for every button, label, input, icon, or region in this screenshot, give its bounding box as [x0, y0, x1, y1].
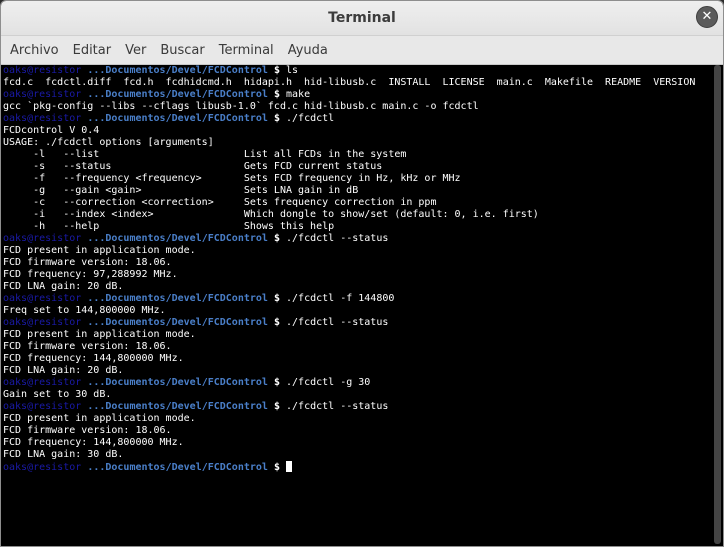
command-text: ./fcdctl — [286, 113, 335, 124]
prompt-line: oaks@resistor ...Documentos/Devel/FCDCon… — [3, 89, 712, 101]
prompt-symbol: $ — [273, 89, 287, 100]
prompt-path: ...Documentos/Devel/FCDControl — [87, 462, 268, 473]
prompt-user-host: oaks@resistor — [3, 462, 82, 473]
terminal-output[interactable]: oaks@resistor ...Documentos/Devel/FCDCon… — [1, 65, 712, 546]
prompt-line: oaks@resistor ...Documentos/Devel/FCDCon… — [3, 65, 712, 77]
output-line: FCD frequency: 97,288992 MHz. — [3, 269, 178, 280]
prompt-path: ...Documentos/Devel/FCDControl — [87, 401, 268, 412]
prompt-symbol: $ — [273, 317, 287, 328]
output-line: Gain set to 30 dB. — [3, 389, 112, 400]
prompt-user-host: oaks@resistor — [3, 293, 82, 304]
menu-editar[interactable]: Editar — [66, 43, 119, 58]
menu-ver[interactable]: Ver — [118, 43, 153, 58]
prompt-path: ...Documentos/Devel/FCDControl — [87, 293, 268, 304]
command-text: ./fcdctl -g 30 — [286, 377, 371, 388]
output-line: FCD LNA gain: 20 dB. — [3, 281, 124, 292]
title-bar[interactable]: Terminal ✕ — [1, 1, 723, 36]
output-line: -i --index <index> Which dongle to show/… — [3, 209, 539, 220]
prompt-path: ...Documentos/Devel/FCDControl — [87, 233, 268, 244]
prompt-user-host: oaks@resistor — [3, 317, 82, 328]
output-line: -f --frequency <frequency> Sets FCD freq… — [3, 173, 461, 184]
output-line: FCD frequency: 144,800000 MHz. — [3, 353, 184, 364]
output-line: USAGE: ./fcdctl options [arguments] — [3, 137, 214, 148]
output-line: FCD firmware version: 18.06. — [3, 425, 172, 436]
window-title: Terminal — [328, 10, 396, 26]
prompt-path: ...Documentos/Devel/FCDControl — [87, 377, 268, 388]
command-text: ./fcdctl --status — [286, 233, 389, 244]
vertical-scrollbar[interactable] — [712, 65, 723, 546]
prompt-path: ...Documentos/Devel/FCDControl — [87, 113, 268, 124]
output-line: FCD frequency: 144,800000 MHz. — [3, 437, 184, 448]
prompt-line: oaks@resistor ...Documentos/Devel/FCDCon… — [3, 233, 712, 245]
prompt-line: oaks@resistor ...Documentos/Devel/FCDCon… — [3, 113, 712, 125]
output-line: FCD LNA gain: 30 dB. — [3, 449, 124, 460]
menu-terminal[interactable]: Terminal — [212, 43, 281, 58]
output-line: FCD present in application mode. — [3, 329, 196, 340]
output-line: Freq set to 144,800000 MHz. — [3, 305, 166, 316]
output-line: fcd.c fcdctl.diff fcd.h fcdhidcmd.h hida… — [3, 77, 696, 88]
command-text: ./fcdctl --status — [286, 401, 389, 412]
command-text: ./fcdctl -f 144800 — [286, 293, 395, 304]
prompt-line: oaks@resistor ...Documentos/Devel/FCDCon… — [3, 377, 712, 389]
scrollbar-thumb[interactable] — [714, 65, 721, 544]
prompt-user-host: oaks@resistor — [3, 233, 82, 244]
output-line: FCD LNA gain: 20 dB. — [3, 365, 124, 376]
prompt-path: ...Documentos/Devel/FCDControl — [87, 65, 268, 76]
prompt-line: oaks@resistor ...Documentos/Devel/FCDCon… — [3, 461, 712, 473]
output-line: FCD present in application mode. — [3, 245, 196, 256]
output-line: gcc `pkg-config --libs --cflags libusb-1… — [3, 101, 479, 112]
output-line: -h --help Shows this help — [3, 221, 335, 232]
menu-bar: Archivo Editar Ver Buscar Terminal Ayuda — [1, 36, 723, 65]
close-button[interactable]: ✕ — [696, 6, 718, 28]
prompt-line: oaks@resistor ...Documentos/Devel/FCDCon… — [3, 293, 712, 305]
prompt-symbol: $ — [273, 401, 287, 412]
text-cursor — [286, 461, 293, 472]
prompt-symbol: $ — [273, 462, 287, 473]
prompt-symbol: $ — [273, 65, 287, 76]
terminal-window: Terminal ✕ Archivo Editar Ver Buscar Ter… — [0, 0, 724, 547]
output-line: -c --correction <correction> Sets freque… — [3, 197, 437, 208]
prompt-user-host: oaks@resistor — [3, 113, 82, 124]
prompt-path: ...Documentos/Devel/FCDControl — [87, 89, 268, 100]
output-line: FCD firmware version: 18.06. — [3, 341, 172, 352]
prompt-user-host: oaks@resistor — [3, 65, 82, 76]
command-text: make — [286, 89, 311, 100]
output-line: FCDcontrol V 0.4 — [3, 125, 100, 136]
prompt-symbol: $ — [273, 113, 287, 124]
menu-buscar[interactable]: Buscar — [153, 43, 211, 58]
output-line: -l --list List all FCDs in the system — [3, 149, 407, 160]
prompt-line: oaks@resistor ...Documentos/Devel/FCDCon… — [3, 401, 712, 413]
prompt-symbol: $ — [273, 377, 287, 388]
prompt-symbol: $ — [273, 293, 287, 304]
prompt-user-host: oaks@resistor — [3, 89, 82, 100]
prompt-line: oaks@resistor ...Documentos/Devel/FCDCon… — [3, 317, 712, 329]
menu-ayuda[interactable]: Ayuda — [281, 43, 335, 58]
output-line: FCD firmware version: 18.06. — [3, 257, 172, 268]
output-line: -s --status Gets FCD current status — [3, 161, 383, 172]
command-text: ls — [286, 65, 299, 76]
prompt-user-host: oaks@resistor — [3, 401, 82, 412]
menu-archivo[interactable]: Archivo — [3, 43, 66, 58]
output-line: FCD present in application mode. — [3, 413, 196, 424]
prompt-user-host: oaks@resistor — [3, 377, 82, 388]
prompt-path: ...Documentos/Devel/FCDControl — [87, 317, 268, 328]
command-text: ./fcdctl --status — [286, 317, 389, 328]
output-line: -g --gain <gain> Sets LNA gain in dB — [3, 185, 359, 196]
prompt-symbol: $ — [273, 233, 287, 244]
